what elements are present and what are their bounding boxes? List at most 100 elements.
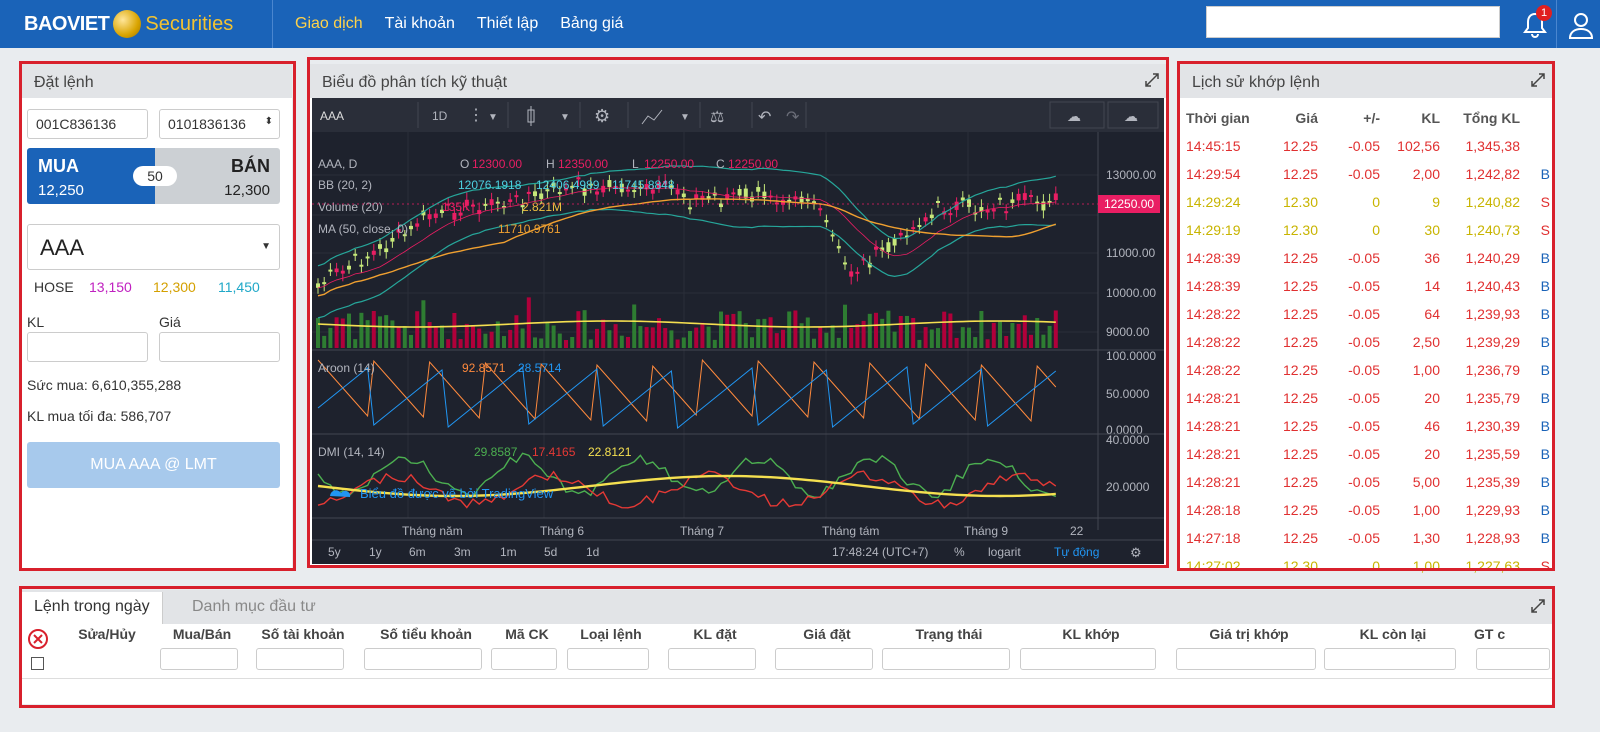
sell-label: BÁN [231, 156, 270, 176]
volume-value: 135K [442, 200, 470, 214]
history-cell-time: 14:28:39 [1186, 278, 1241, 294]
orders-col-header[interactable]: Loại lệnh [565, 626, 657, 642]
chart-symbol[interactable]: AAA [320, 109, 344, 123]
expand-icon[interactable] [1530, 598, 1546, 614]
orders-col-header[interactable]: KL khớp [1018, 626, 1164, 642]
expand-icon[interactable] [1144, 72, 1160, 88]
ohlc-l-label: L [632, 157, 639, 171]
orders-col-header[interactable]: Giá đặt [773, 626, 881, 642]
expand-icon[interactable] [1530, 72, 1546, 88]
nav-item-bang-gia[interactable]: Bảng giá [560, 15, 623, 33]
main-nav: Giao dịch Tài khoản Thiết lập Bảng giá [273, 0, 623, 48]
undo-icon[interactable]: ↶ [758, 109, 771, 126]
caret-down-icon: ▼ [261, 241, 271, 252]
history-cell-time: 14:27:02 [1186, 558, 1241, 574]
orders-col-header[interactable]: KL đặt [666, 626, 764, 642]
tradingview-watermark[interactable]: Biểu đồ được vẽ bởi TradingView [360, 486, 554, 501]
ma-label[interactable]: MA (50, close, 0) [318, 222, 408, 236]
user-icon[interactable] [1564, 8, 1598, 42]
orders-col-filter[interactable] [1020, 648, 1156, 670]
history-cell-price: 12.25 [1282, 362, 1318, 378]
range-5d[interactable]: 5d [544, 545, 557, 559]
symbol-select[interactable]: AAA ▼ [27, 224, 280, 270]
orders-col-header[interactable]: Giá trị khớp [1174, 626, 1324, 642]
range-1d[interactable]: 1d [586, 545, 599, 559]
nav-item-tai-khoan[interactable]: Tài khoản [385, 15, 455, 33]
history-cell-qty: 1,00 [1412, 362, 1440, 378]
orders-col-header[interactable]: Trạng thái [880, 626, 1018, 642]
time-tick: Tháng 9 [964, 524, 1008, 538]
orders-col-header[interactable]: GT c [1474, 626, 1564, 642]
history-row: 14:27:02 12.30 0 1,00 1,227,63 S [1180, 552, 1552, 580]
orders-col-filter[interactable] [1176, 648, 1316, 670]
orders-col-header[interactable]: Số tài khoản [254, 626, 352, 642]
nav-item-thiet-lap[interactable]: Thiết lập [477, 15, 538, 33]
bb-middle: 12076.1918 [458, 178, 522, 192]
cancel-all-icon[interactable] [27, 628, 49, 650]
range-6m[interactable]: 6m [409, 545, 426, 559]
price-input[interactable] [159, 332, 280, 362]
order-panel-title: Đặt lệnh [22, 64, 292, 98]
tab-orders-today[interactable]: Lệnh trong ngày [22, 592, 163, 624]
orders-col-filter[interactable] [668, 648, 756, 670]
volume-label[interactable]: Volume (20) [318, 200, 383, 214]
orders-col-filter[interactable] [256, 648, 344, 670]
legend-symbol[interactable]: AAA, D [318, 157, 358, 171]
buy-sell-toggle[interactable]: MUA 12,250 BÁN 12,300 50 [27, 148, 280, 204]
qty-input[interactable] [27, 332, 148, 362]
more-icon[interactable]: ⋮ [468, 107, 484, 124]
chevron-down-icon[interactable]: ▼ [680, 112, 690, 123]
gear-icon[interactable]: ⚙ [1130, 545, 1142, 560]
orders-col-filter[interactable] [364, 648, 482, 670]
chevron-down-icon[interactable]: ▼ [560, 112, 570, 123]
range-3m[interactable]: 3m [454, 545, 471, 559]
dmi-plus: 29.8587 [474, 445, 518, 459]
orders-col-header[interactable]: Sửa/Hủy [75, 626, 139, 642]
orders-col-filter[interactable] [1476, 648, 1550, 670]
bb-label[interactable]: BB (20, 2) [318, 178, 372, 192]
auto-toggle[interactable]: Tự động [1054, 545, 1099, 559]
account-select[interactable]: 001C836136 [27, 109, 148, 139]
tradingview-chart[interactable]: AAA 1D ⋮ ▼ ▼ ⚙ ▼ ⚖ ↶ ↷ ☁ ☁ AAA, D O 1230… [312, 98, 1164, 564]
orders-col-header[interactable]: Mua/Bán [158, 626, 246, 642]
redo-icon[interactable]: ↷ [786, 109, 800, 126]
chart-interval[interactable]: 1D [432, 109, 448, 123]
orders-col-header[interactable]: KL còn lại [1322, 626, 1464, 642]
orders-col-header[interactable]: Số tiểu khoản [362, 626, 490, 642]
history-cell-qty: 36 [1424, 250, 1440, 266]
chart-canvas[interactable]: AAA 1D ⋮ ▼ ▼ ⚙ ▼ ⚖ ↶ ↷ ☁ ☁ AAA, D O 1230… [312, 98, 1164, 564]
tab-portfolio[interactable]: Danh mục đầu tư [180, 592, 328, 624]
orders-col-filter[interactable] [160, 648, 238, 670]
history-cell-price: 12.25 [1282, 390, 1318, 406]
brand-logo[interactable]: BAOVIET Securities [0, 0, 272, 48]
nav-item-giao-dich[interactable]: Giao dịch [295, 15, 363, 33]
history-cell-side: B [1540, 530, 1550, 546]
orders-col-filter[interactable] [567, 648, 649, 670]
history-cell-total: 1,227,63 [1465, 558, 1521, 574]
submit-order-button[interactable]: MUA AAA @ LMT [27, 442, 280, 488]
percent-toggle[interactable]: % [954, 545, 965, 559]
history-cell-price: 12.25 [1282, 306, 1318, 322]
compare-icon[interactable]: ⚖ [710, 109, 724, 126]
select-all-checkbox[interactable] [31, 657, 44, 670]
orders-col-filter[interactable] [1324, 648, 1456, 670]
range-1y[interactable]: 1y [369, 545, 382, 559]
chevron-down-icon[interactable]: ▼ [488, 112, 498, 123]
aroon-label[interactable]: Aroon (14) [318, 361, 375, 375]
qty-label: KL [27, 314, 45, 330]
search-input[interactable] [1206, 6, 1500, 38]
log-toggle[interactable]: logarit [988, 545, 1021, 559]
history-cell-price: 12.25 [1282, 474, 1318, 490]
sub-account-select[interactable]: 0101836136 ⬍ [159, 109, 280, 139]
range-1m[interactable]: 1m [500, 545, 517, 559]
gear-icon[interactable]: ⚙ [594, 106, 610, 126]
orders-col-filter[interactable] [491, 648, 557, 670]
orders-col-filter[interactable] [882, 648, 1010, 670]
range-5y[interactable]: 5y [328, 545, 341, 559]
time-tick: Tháng tám [822, 524, 879, 538]
orders-col-header[interactable]: Mã CK [489, 626, 565, 642]
dmi-label[interactable]: DMI (14, 14) [318, 445, 385, 459]
orders-col-filter[interactable] [775, 648, 873, 670]
history-row: 14:28:22 12.25 -0.05 2,50 1,239,29 B [1180, 328, 1552, 356]
history-cell-chg: 0 [1372, 194, 1380, 210]
